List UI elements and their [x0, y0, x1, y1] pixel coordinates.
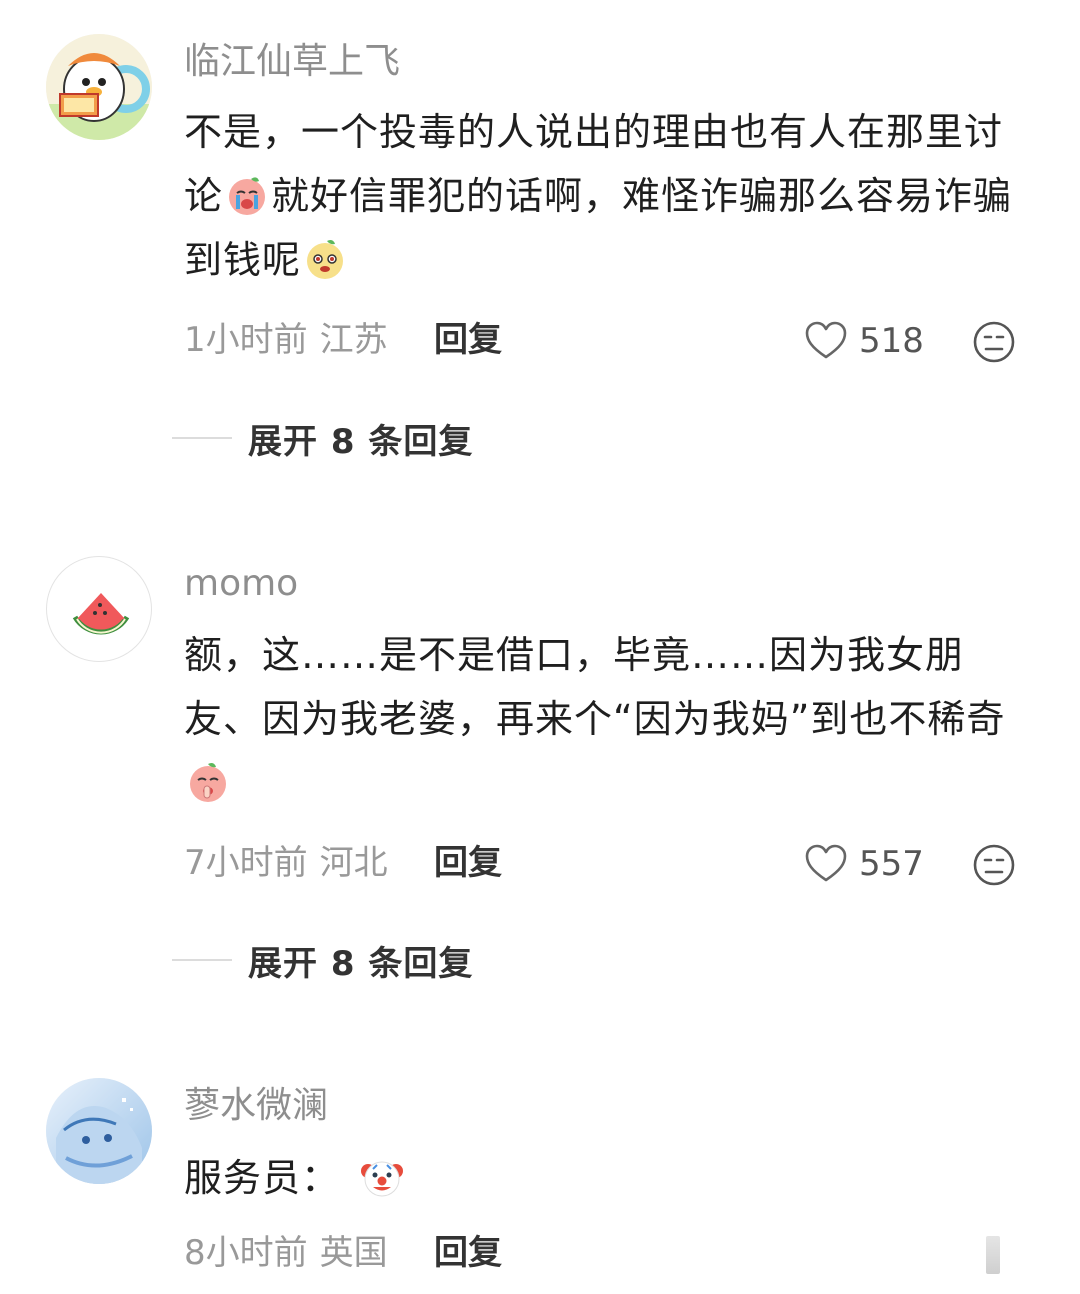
reply-button[interactable]: 回复: [434, 318, 502, 362]
crying-peach-emoji: [225, 173, 269, 217]
location: 江苏: [319, 320, 388, 360]
like-button[interactable]: 557: [805, 842, 924, 886]
anime-character-icon: [46, 1078, 152, 1184]
username[interactable]: 蓼水微澜: [184, 1084, 328, 1128]
avatar[interactable]: [46, 34, 152, 140]
expand-replies-label: 展开 8 条回复: [248, 421, 474, 462]
meh-face-icon: [973, 321, 1015, 363]
comment-text: 服务员：: [184, 1146, 1034, 1210]
reply-button[interactable]: 回复: [434, 1231, 502, 1275]
comment-meta: 7小时前 河北: [184, 841, 388, 885]
watermelon-icon: [72, 593, 130, 635]
reply-button[interactable]: 回复: [434, 841, 502, 885]
timestamp: 8小时前: [184, 1233, 308, 1273]
location: 英国: [319, 1233, 388, 1273]
timestamp: 1小时前: [184, 320, 308, 360]
clown-emoji: [360, 1155, 404, 1199]
dislike-button[interactable]: [972, 320, 1016, 364]
cartoon-duck-icon: [46, 34, 152, 140]
expand-replies-button[interactable]: 展开 8 条回复: [172, 416, 474, 462]
shush-peach-emoji: [186, 760, 230, 804]
heart-icon: [805, 844, 847, 882]
heart-icon: [805, 321, 847, 359]
username[interactable]: momo: [184, 562, 298, 606]
divider: [172, 959, 232, 961]
like-count: 518: [859, 321, 924, 361]
expand-replies-button[interactable]: 展开 8 条回复: [172, 938, 474, 984]
avatar[interactable]: [46, 556, 152, 662]
dislike-button[interactable]: [972, 843, 1016, 887]
comment-meta: 1小时前 江苏: [184, 318, 388, 362]
comment-text: 额，这……是不是借口，毕竟……因为我女朋友、因为我老婆，再来个“因为我妈”到也不…: [184, 623, 1034, 815]
smirk-peach-emoji: [303, 237, 347, 281]
comment-meta: 8小时前 英国: [184, 1231, 388, 1275]
like-count: 557: [859, 844, 924, 884]
comment-text-part: 额，这……是不是借口，毕竟……因为我女朋友、因为我老婆，再来个“因为我妈”到也不…: [184, 633, 1006, 741]
expand-replies-label: 展开 8 条回复: [248, 943, 474, 984]
meh-face-icon: [973, 844, 1015, 886]
avatar[interactable]: [46, 1078, 152, 1184]
location: 河北: [319, 843, 388, 883]
timestamp: 7小时前: [184, 843, 308, 883]
comment-text: 不是，一个投毒的人说出的理由也有人在那里讨论 就好信罪犯的话啊，难怪诈骗那么容易诈…: [184, 100, 1034, 292]
username[interactable]: 临江仙草上飞: [184, 40, 400, 84]
scroll-indicator: [986, 1236, 1000, 1274]
comment-text-part: 服务员：: [184, 1156, 341, 1200]
like-button[interactable]: 518: [805, 319, 924, 363]
divider: [172, 437, 232, 439]
